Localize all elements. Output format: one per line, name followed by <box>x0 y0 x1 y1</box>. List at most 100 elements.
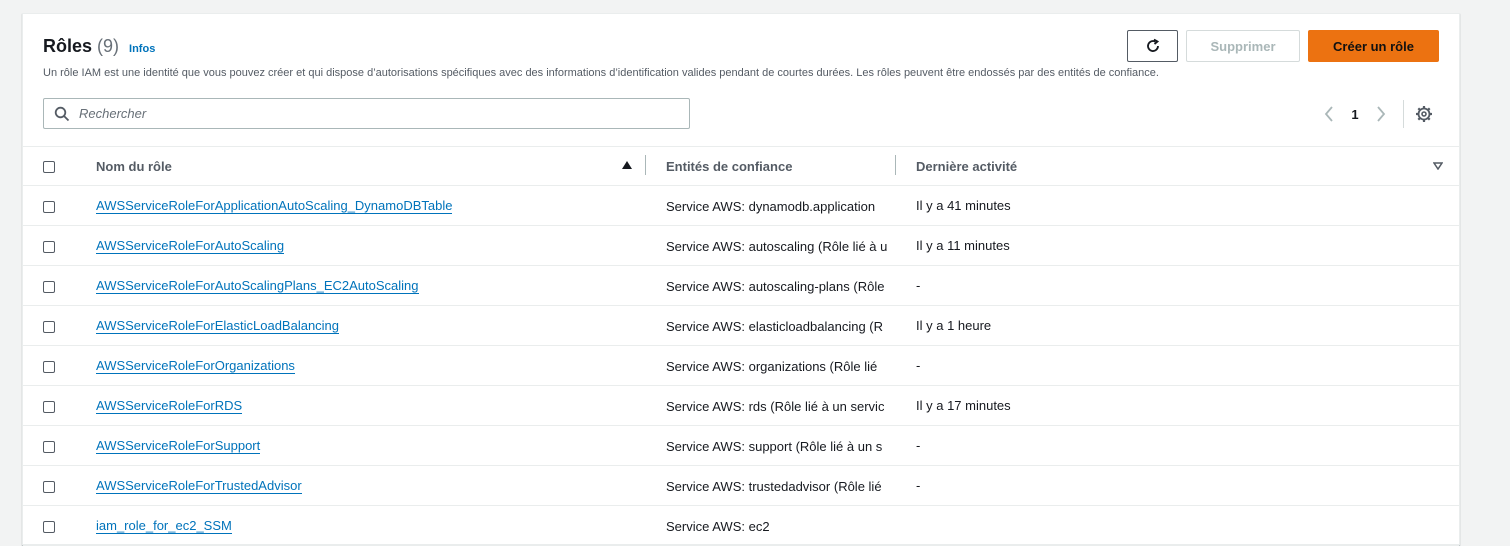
row-select-cell <box>23 385 96 426</box>
role-name-cell: AWSServiceRoleForAutoScaling <box>96 225 646 266</box>
service-linked-role-tooltip[interactable]: (Rôle lié à u <box>817 238 888 254</box>
roles-table-body: AWSServiceRoleForApplicationAutoScaling_… <box>23 185 1459 546</box>
activity-cell: - <box>896 425 1459 466</box>
gear-icon[interactable] <box>1413 103 1435 125</box>
last-activity: - <box>916 358 921 373</box>
row-checkbox[interactable] <box>43 320 55 333</box>
create-role-button[interactable]: Créer un rôle <box>1308 30 1439 62</box>
role-name-cell: AWSServiceRoleForApplicationAutoScaling_… <box>96 185 646 226</box>
refresh-button[interactable] <box>1127 30 1178 62</box>
info-link[interactable]: Infos <box>129 43 155 55</box>
role-name-link[interactable]: AWSServiceRoleForOrganizations <box>96 358 295 374</box>
row-checkbox[interactable] <box>43 440 55 453</box>
service-linked-role-tooltip[interactable]: (R <box>869 318 884 334</box>
page-title: Rôles <box>43 36 93 56</box>
column-label-trust: Entités de confiance <box>666 158 793 174</box>
search-box[interactable] <box>43 98 690 129</box>
last-activity: - <box>916 478 921 493</box>
row-checkbox[interactable] <box>43 520 55 533</box>
last-activity: - <box>916 278 921 293</box>
trust-cell: Service AWS: autoscaling (Rôle lié à u <box>646 225 896 266</box>
trust-text: Service AWS: organizations (Rôle lié <box>666 358 878 374</box>
role-name-cell: AWSServiceRoleForElasticLoadBalancing <box>96 305 646 346</box>
role-name-link[interactable]: AWSServiceRoleForApplicationAutoScaling_… <box>96 198 453 214</box>
table-row: AWSServiceRoleForRDS Service AWS: rds (Rô… <box>23 385 1459 426</box>
activity-cell: - <box>896 265 1459 306</box>
trust-cell: Service AWS: organizations (Rôle lié <box>646 345 896 386</box>
trust-service: Service AWS: trustedadvisor <box>666 478 834 494</box>
role-name-cell: AWSServiceRoleForTrustedAdvisor <box>96 465 646 506</box>
roles-count: (9) <box>97 36 120 56</box>
chevron-right-icon[interactable] <box>1370 103 1392 125</box>
column-label-name: Nom du rôle <box>96 158 172 174</box>
activity-cell: Il y a 11 minutes <box>896 225 1459 266</box>
roles-table: Nom du rôle Entités de confiance Dernièr… <box>23 146 1459 546</box>
trust-text: Service AWS: rds (Rôle lié à un servic <box>666 398 885 414</box>
role-name-link[interactable]: AWSServiceRoleForAutoScaling <box>96 238 285 254</box>
activity-cell: - <box>896 465 1459 506</box>
role-name-link[interactable]: AWSServiceRoleForTrustedAdvisor <box>96 478 302 494</box>
role-name-link[interactable]: AWSServiceRoleForElasticLoadBalancing <box>96 318 340 334</box>
last-activity: Il y a 11 minutes <box>916 238 1010 253</box>
row-checkbox[interactable] <box>43 360 55 373</box>
role-name-cell: AWSServiceRoleForAutoScalingPlans_EC2Aut… <box>96 265 646 306</box>
pagination: 1 <box>1318 100 1435 128</box>
trust-service: Service AWS: autoscaling <box>666 238 818 254</box>
service-linked-role-tooltip[interactable]: (Rôle lié à un s <box>795 438 883 454</box>
column-header-trust[interactable]: Entités de confiance <box>646 146 896 186</box>
chevron-left-icon[interactable] <box>1318 103 1340 125</box>
roles-description: Un rôle IAM est une identité que vous po… <box>43 67 1159 79</box>
role-name-link[interactable]: AWSServiceRoleForAutoScalingPlans_EC2Aut… <box>96 278 419 294</box>
activity-cell: - <box>896 345 1459 386</box>
table-row: AWSServiceRoleForSupport Service AWS: sup… <box>23 425 1459 466</box>
last-activity: - <box>916 438 921 453</box>
last-activity: Il y a 1 heure <box>916 318 992 333</box>
select-all-cell <box>23 146 96 186</box>
activity-cell: Il y a 1 heure <box>896 305 1459 346</box>
service-linked-role-tooltip[interactable]: (Rôle lié <box>829 358 878 374</box>
trust-service: Service AWS: dynamodb.application <box>666 198 876 214</box>
column-header-activity[interactable]: Dernière activité <box>896 146 1459 186</box>
search-input[interactable] <box>77 105 689 122</box>
role-name-link[interactable]: AWSServiceRoleForRDS <box>96 398 243 414</box>
trust-service: Service AWS: ec2 <box>666 518 770 534</box>
row-select-cell <box>23 345 96 386</box>
trust-cell: Service AWS: autoscaling-plans (Rôle <box>646 265 896 306</box>
service-linked-role-tooltip[interactable]: (Rôle lié <box>833 478 882 494</box>
row-checkbox[interactable] <box>43 480 55 493</box>
row-checkbox[interactable] <box>43 240 55 253</box>
page-number[interactable]: 1 <box>1340 107 1370 122</box>
trust-cell: Service AWS: trustedadvisor (Rôle lié <box>646 465 896 506</box>
trust-text: Service AWS: ec2 <box>666 519 770 534</box>
trust-cell: Service AWS: support (Rôle lié à un s <box>646 425 896 466</box>
row-checkbox[interactable] <box>43 200 55 213</box>
row-checkbox[interactable] <box>43 280 55 293</box>
row-select-cell <box>23 425 96 466</box>
refresh-icon <box>1146 38 1159 52</box>
column-header-name[interactable]: Nom du rôle <box>96 146 646 186</box>
roles-panel: Rôles (9) Infos Un rôle IAM est une iden… <box>22 13 1460 546</box>
table-header-row: Nom du rôle Entités de confiance Dernièr… <box>23 146 1459 186</box>
pager-divider <box>1403 100 1404 128</box>
row-select-cell <box>23 305 96 346</box>
table-row: AWSServiceRoleForApplicationAutoScaling_… <box>23 185 1459 226</box>
trust-text: Service AWS: dynamodb.application <box>666 199 875 214</box>
service-linked-role-tooltip[interactable]: (Rôle lié à un servic <box>770 398 885 414</box>
trust-cell: Service AWS: elasticloadbalancing (R <box>646 305 896 346</box>
row-select-cell <box>23 465 96 506</box>
delete-button[interactable]: Supprimer <box>1186 30 1300 62</box>
header-actions: Supprimer Créer un rôle <box>1127 30 1439 62</box>
trust-service: Service AWS: rds <box>666 398 771 414</box>
activity-cell: Il y a 17 minutes <box>896 385 1459 426</box>
role-name-cell: AWSServiceRoleForSupport <box>96 425 646 466</box>
role-name-cell: AWSServiceRoleForOrganizations <box>96 345 646 386</box>
role-name-link[interactable]: iam_role_for_ec2_SSM <box>96 518 232 534</box>
role-name-link[interactable]: AWSServiceRoleForSupport <box>96 438 261 454</box>
row-checkbox[interactable] <box>43 400 55 413</box>
trust-text: Service AWS: trustedadvisor (Rôle lié <box>666 478 882 494</box>
row-select-cell <box>23 185 96 226</box>
last-activity: Il y a 41 minutes <box>916 198 1011 213</box>
trust-cell: Service AWS: dynamodb.application <box>646 185 896 226</box>
service-linked-role-tooltip[interactable]: (Rôle <box>853 278 885 294</box>
select-all-checkbox[interactable] <box>43 161 55 174</box>
